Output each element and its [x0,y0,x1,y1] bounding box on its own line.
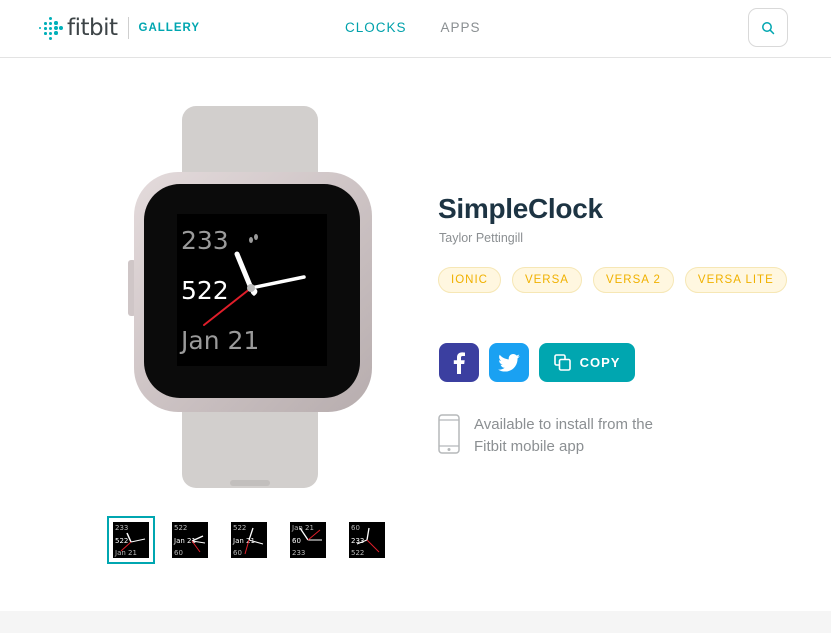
brand-name: fitbit [67,15,118,41]
twitter-share-button[interactable] [489,343,529,382]
thumbnail-2[interactable]: 522 Jan 21 60 [166,516,214,564]
thumbnail-1[interactable]: 233 522 Jan 21 [107,516,155,564]
install-text: Available to install from the Fitbit mob… [474,416,653,455]
main-nav: CLOCKS APPS [345,20,481,35]
thumbnail-3[interactable]: 522 Jan 21 60 [225,516,273,564]
device-tag-ionic: IONIC [438,267,501,293]
fitbit-dots-icon [38,16,63,40]
app-title: SimpleClock [438,193,603,224]
second-hand [203,287,252,326]
watch-strap-bottom [182,400,318,488]
search-button[interactable] [748,8,788,47]
top-header: fitbit GALLERY CLOCKS APPS [0,0,831,58]
logo-divider [127,17,129,39]
app-author[interactable]: Taylor Pettingill [439,231,523,245]
copy-label: COPY [579,355,621,370]
device-tag-versa-lite: VERSA LITE [684,267,787,293]
thumbnail-5[interactable]: 60 233 522 [343,516,391,564]
hand-pivot [247,284,255,292]
watch-preview-image: 233 522 Jan 21 [128,104,376,490]
page-footer-band [0,611,831,633]
copy-icon [553,354,571,371]
gallery-label[interactable]: GALLERY [139,22,201,34]
smartphone-icon [438,414,460,454]
device-tag-versa-2: VERSA 2 [592,267,674,293]
copy-link-button[interactable]: COPY [539,343,635,382]
thumbnail-4[interactable]: Jan 21 60 233 [284,516,332,564]
screenshot-thumbnails: 233 522 Jan 21 522 Jan 21 60 522 Jan 21 … [107,516,402,564]
nav-clocks[interactable]: CLOCKS [345,20,407,35]
hour-hand [234,251,254,291]
clock-hands [203,234,306,326]
facebook-share-button[interactable] [439,343,479,382]
share-buttons: COPY [439,343,635,382]
footsteps-icon [249,234,258,243]
device-tag-versa: VERSA [511,267,582,293]
search-icon [762,21,775,34]
nav-apps[interactable]: APPS [441,20,481,35]
minute-hand [249,275,306,290]
fitbit-logo[interactable]: fitbit GALLERY [38,14,200,42]
install-note: Available to install from the Fitbit mob… [438,414,664,458]
watch-screen: 233 522 Jan 21 [177,214,327,366]
device-compatibility-tags: IONIC VERSA VERSA 2 VERSA LITE [438,267,787,293]
facebook-icon [453,351,465,374]
twitter-icon [498,353,520,372]
